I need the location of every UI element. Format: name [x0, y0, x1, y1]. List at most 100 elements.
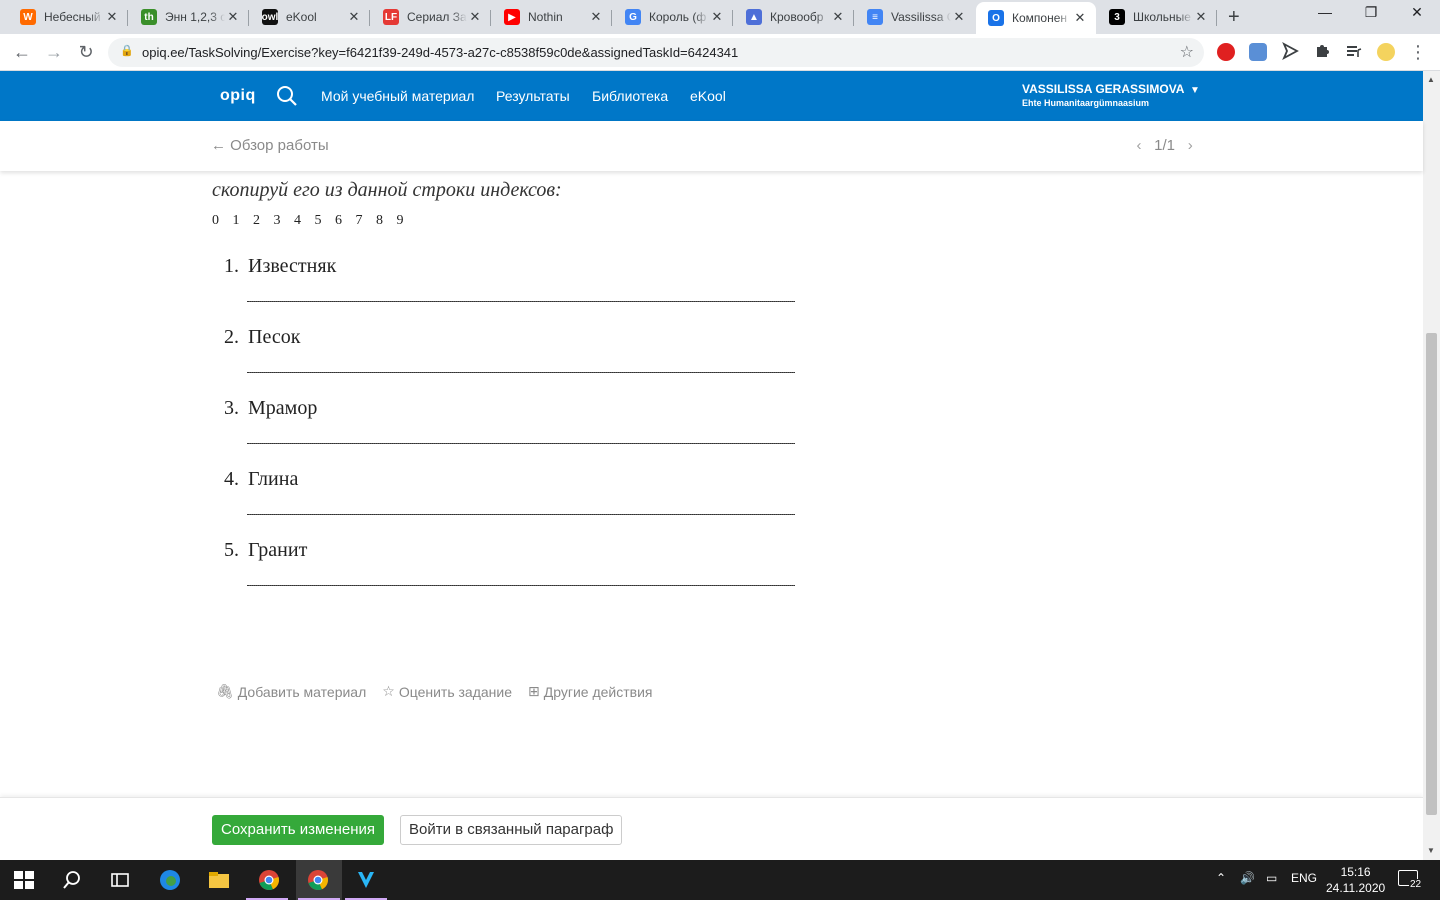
tab-close-icon[interactable]: ✕ — [709, 9, 725, 25]
save-changes-button[interactable]: Сохранить изменения — [212, 815, 385, 845]
tab-separator — [490, 10, 491, 26]
language-indicator[interactable]: ENG — [1291, 871, 1317, 885]
browser-tab[interactable]: owl eKool ✕ — [250, 4, 370, 30]
list-item: 1. Известняк — [212, 255, 796, 326]
new-tab-button[interactable]: + — [1228, 6, 1240, 29]
browser-tab[interactable]: 3 Школьные ✕ — [1097, 4, 1217, 30]
tab-close-icon[interactable]: ✕ — [104, 9, 120, 25]
linked-paragraph-button[interactable]: Войти в связанный параграф — [400, 815, 623, 845]
rate-task-label: Оценить задание — [398, 683, 512, 700]
page-indicator: 1/1 — [1154, 137, 1176, 154]
next-page-icon[interactable]: › — [1179, 137, 1201, 154]
tab-close-icon[interactable]: ✕ — [951, 9, 967, 25]
answer-field[interactable] — [247, 301, 795, 302]
add-material-label: Добавить материал — [237, 683, 367, 700]
tab-title: Кровообр — [770, 10, 824, 24]
browser-tab[interactable]: th Энн 1,2,3 с ✕ — [129, 4, 249, 30]
maximize-button[interactable]: ❐ — [1348, 4, 1394, 21]
browser-tab[interactable]: G Король (ф ✕ — [613, 4, 733, 30]
file-explorer-icon[interactable] — [207, 868, 231, 892]
answer-field[interactable] — [247, 443, 795, 444]
list-item: 5. Гранит — [212, 539, 796, 610]
star-icon: ☆ — [382, 683, 395, 699]
network-icon[interactable]: ▭ — [1266, 871, 1277, 885]
browser-tab[interactable]: W Небесный ✕ — [8, 4, 128, 30]
browser-tab[interactable]: LF Сериал За ✕ — [371, 4, 491, 30]
user-menu[interactable]: VASSILISSA GERASSIMOVA Ehte Humanitaargü… — [1022, 82, 1200, 108]
media-control-icon[interactable] — [1345, 42, 1363, 60]
opera-extension-icon[interactable] — [1217, 43, 1235, 61]
scroll-down-icon[interactable]: ▼ — [1427, 846, 1435, 855]
item-word: Известняк — [248, 255, 337, 277]
item-number: 1. — [224, 255, 239, 277]
prev-page-icon[interactable]: ‹ — [1128, 137, 1150, 154]
search-icon[interactable] — [276, 85, 298, 107]
bookmark-star-icon[interactable]: ☆ — [1180, 42, 1194, 62]
opiq-logo[interactable]: opiq — [220, 87, 256, 105]
tab-close-icon[interactable]: ✕ — [467, 9, 483, 25]
vpn-app-icon[interactable] — [354, 868, 378, 892]
item-number: 4. — [224, 468, 239, 490]
tab-favicon-icon: ▶ — [504, 9, 520, 25]
back-arrow-icon[interactable]: ← — [10, 41, 34, 65]
puzzle-extensions-icon[interactable] — [1313, 42, 1331, 60]
close-window-button[interactable]: ✕ — [1394, 4, 1440, 21]
scrollbar-thumb[interactable] — [1426, 333, 1437, 815]
reload-icon[interactable]: ↻ — [74, 41, 98, 65]
scroll-up-icon[interactable]: ▲ — [1427, 75, 1435, 84]
send-extension-icon[interactable] — [1281, 41, 1299, 61]
tab-favicon-icon: LF — [383, 9, 399, 25]
tab-separator — [369, 10, 370, 26]
list-item: 3. Мрамор — [212, 397, 796, 468]
tab-close-icon[interactable]: ✕ — [830, 9, 846, 25]
other-actions-link[interactable]: ⊞ Другие действия — [528, 683, 652, 700]
chrome-active-icon[interactable] — [306, 868, 330, 892]
tab-favicon-icon: th — [141, 9, 157, 25]
volume-icon[interactable]: 🔊 — [1240, 871, 1255, 885]
minimize-button[interactable]: — — [1302, 4, 1348, 20]
item-word: Песок — [248, 326, 301, 348]
profile-avatar[interactable] — [1377, 43, 1395, 61]
chrome-icon[interactable] — [257, 868, 281, 892]
browser-menu-icon[interactable]: ⋮ — [1406, 41, 1430, 65]
search-taskbar-icon[interactable] — [60, 868, 84, 892]
tab-title: Энн 1,2,3 с — [165, 10, 225, 24]
back-to-overview-link[interactable]: ← Обзор работы — [211, 137, 329, 154]
tab-separator — [127, 10, 128, 26]
rate-task-link[interactable]: ☆ Оценить задание — [382, 683, 512, 700]
tab-close-icon[interactable]: ✕ — [346, 9, 362, 25]
browser-tab[interactable]: ▲ Кровообр ✕ — [734, 4, 854, 30]
task-view-icon[interactable] — [108, 868, 132, 892]
forward-arrow-icon[interactable]: → — [42, 41, 66, 65]
nav-results[interactable]: Результаты — [496, 88, 570, 104]
answer-field[interactable] — [247, 372, 795, 373]
tab-title: eKool — [286, 10, 317, 24]
nav-my-material[interactable]: Мой учебный материал — [321, 88, 474, 104]
tab-separator — [611, 10, 612, 26]
browser-tab[interactable]: O Компонен ✕ — [976, 2, 1096, 34]
nav-ekool[interactable]: eKool — [690, 88, 726, 104]
address-bar[interactable]: 🔒 opiq.ee/TaskSolving/Exercise?key=f6421… — [108, 38, 1204, 67]
tab-close-icon[interactable]: ✕ — [1072, 10, 1088, 26]
paperclip-icon: 🖇 — [216, 683, 234, 699]
school-name: Ehte Humanitaargümnaasium — [1022, 98, 1150, 108]
tab-close-icon[interactable]: ✕ — [225, 9, 241, 25]
caret-down-icon: ▼ — [1190, 85, 1200, 96]
tray-chevron-icon[interactable]: ⌃ — [1216, 871, 1226, 885]
add-material-link[interactable]: 🖇 Добавить материал — [216, 683, 366, 700]
browser-tab[interactable]: ≡ Vassilissa C ✕ — [855, 4, 975, 30]
edge-icon[interactable] — [158, 868, 182, 892]
tab-favicon-icon: G — [625, 9, 641, 25]
extension-icon[interactable] — [1249, 43, 1267, 61]
nav-library[interactable]: Библиотека — [592, 88, 668, 104]
tab-close-icon[interactable]: ✕ — [588, 9, 604, 25]
clock[interactable]: 15:16 24.11.2020 — [1326, 864, 1385, 896]
tab-close-icon[interactable]: ✕ — [1193, 9, 1209, 25]
user-name: VASSILISSA GERASSIMOVA — [1022, 82, 1185, 96]
page-scrollbar[interactable]: ▲ ▼ — [1423, 71, 1440, 860]
answer-field[interactable] — [247, 514, 795, 515]
tab-separator — [248, 10, 249, 26]
windows-start-icon[interactable] — [12, 868, 36, 892]
browser-tab[interactable]: ▶ Nothin ✕ — [492, 4, 612, 30]
answer-field[interactable] — [247, 585, 795, 586]
